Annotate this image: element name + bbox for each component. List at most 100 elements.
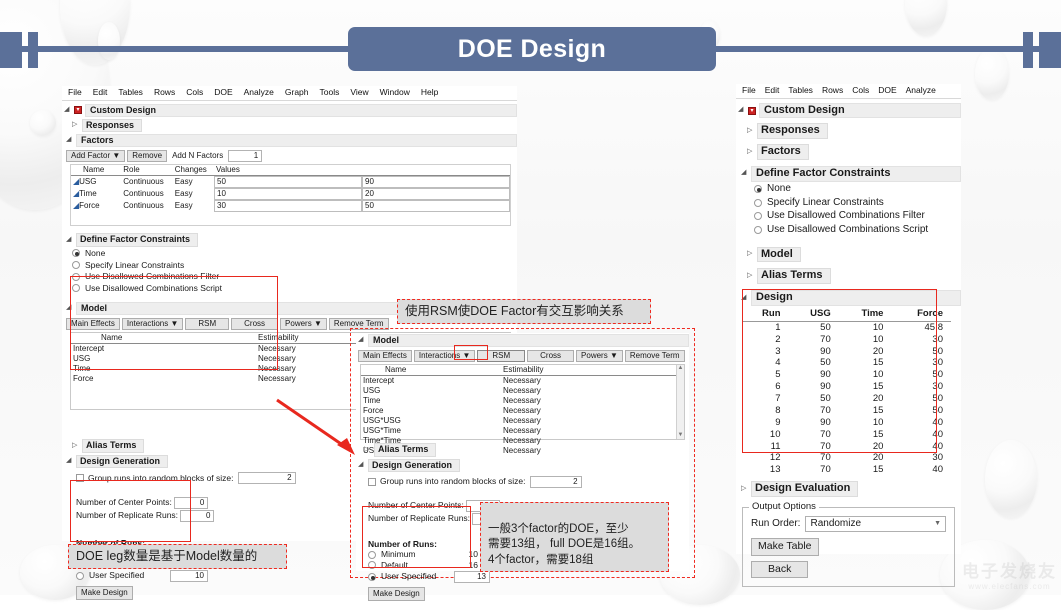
table-row[interactable]: 12 70 20 30 [742, 452, 951, 464]
menu-help[interactable]: Help [421, 87, 438, 98]
disclosure-closed-icon[interactable]: ▷ [747, 148, 754, 157]
right-section-design[interactable]: ◢ Design [736, 289, 961, 307]
disclosure-open-icon[interactable]: ◢ [358, 336, 365, 345]
right-constraint-options[interactable]: None Specify Linear Constraints Use Disa… [736, 183, 961, 237]
run-order-select[interactable]: Randomize ▼ [805, 515, 946, 533]
factor-low[interactable]: 50 [214, 176, 362, 189]
user-value-input[interactable]: 13 [454, 570, 490, 583]
main-effects-button[interactable]: Main Effects [358, 350, 412, 363]
radio-icon[interactable] [72, 261, 80, 270]
disclosure-open-icon[interactable]: ◢ [66, 136, 73, 145]
radio-icon[interactable] [72, 272, 80, 281]
right-menubar[interactable]: File Edit Tables Rows Cols DOE Analyze [736, 84, 961, 99]
list-item[interactable]: USG*USG Necessary [361, 416, 676, 426]
mid-section-designgen[interactable]: ◢ Design Generation [356, 458, 689, 473]
make-table-button[interactable]: Make Table [751, 538, 819, 556]
table-row[interactable]: 4 50 15 30 [742, 357, 951, 369]
constraint-option-linear[interactable]: Specify Linear Constraints [736, 196, 961, 210]
chevron-down-icon[interactable]: ▼ [934, 520, 941, 529]
factor-high[interactable]: 50 [362, 200, 510, 213]
scroll-up-icon[interactable]: ▲ [678, 365, 684, 373]
left-menubar[interactable]: File Edit Tables Rows Cols DOE Analyze G… [62, 86, 517, 101]
list-item[interactable]: Force Necessary [361, 406, 676, 416]
constraint-option-script[interactable]: Use Disallowed Combinations Script [62, 283, 517, 295]
menu-graph[interactable]: Graph [285, 87, 309, 98]
mid-section-model[interactable]: ◢ Model [356, 333, 689, 348]
factor-toolbar[interactable]: Add Factor ▼ Remove Add N Factors 1 [66, 150, 517, 163]
right-section-factors[interactable]: ▷ Factors [736, 143, 961, 161]
menu-rows[interactable]: Rows [154, 87, 175, 98]
menu-view[interactable]: View [350, 87, 368, 98]
replicate-runs-input[interactable]: 0 [180, 509, 215, 522]
factor-high[interactable]: 20 [362, 188, 510, 201]
menu-window[interactable]: Window [380, 87, 410, 98]
table-row[interactable]: ◢USG Continuous Easy 50 90 [71, 176, 510, 189]
radio-icon[interactable] [754, 212, 762, 221]
add-factor-button[interactable]: Add Factor ▼ [66, 150, 126, 163]
right-section-alias[interactable]: ▷ Alias Terms [736, 267, 961, 285]
list-item[interactable]: USG*Time Necessary [361, 426, 676, 436]
menu-file[interactable]: File [742, 85, 756, 96]
table-row[interactable]: 5 90 10 50 [742, 369, 951, 381]
list-item[interactable]: USG Necessary [361, 386, 676, 396]
make-design-button[interactable]: Make Design [368, 586, 425, 601]
powers-button[interactable]: Powers ▼ [576, 350, 623, 363]
disclosure-closed-icon[interactable]: ▷ [72, 121, 79, 130]
rsm-button[interactable]: RSM [477, 350, 526, 363]
menu-doe[interactable]: DOE [214, 87, 232, 98]
right-root-row[interactable]: ◢ ▾ Custom Design [736, 102, 961, 120]
checkbox-icon[interactable] [76, 473, 84, 482]
red-dropdown-icon[interactable]: ▾ [748, 106, 756, 115]
remove-factor-button[interactable]: Remove [127, 150, 168, 163]
disclosure-open-icon[interactable]: ◢ [738, 106, 745, 115]
disclosure-open-icon[interactable]: ◢ [741, 294, 748, 303]
factor-high[interactable]: 90 [362, 176, 510, 189]
menu-tables[interactable]: Tables [118, 87, 143, 98]
constraint-option-filter[interactable]: Use Disallowed Combinations Filter [62, 271, 517, 283]
make-design-button[interactable]: Make Design [76, 585, 133, 600]
disclosure-open-icon[interactable]: ◢ [66, 457, 73, 466]
radio-icon[interactable] [754, 225, 762, 234]
group-runs-input[interactable]: 2 [237, 471, 296, 484]
disclosure-closed-icon[interactable]: ▷ [747, 272, 754, 281]
interactions-button[interactable]: Interactions ▼ [121, 318, 184, 331]
table-row[interactable]: 10 70 15 40 [742, 429, 951, 441]
left-section-constraints[interactable]: ◢ Define Factor Constraints [62, 232, 517, 247]
disclosure-closed-icon[interactable]: ▷ [747, 250, 754, 259]
table-row[interactable]: 1 50 10 45.8 [742, 321, 951, 333]
table-row[interactable]: ◢Time Continuous Easy 10 20 [71, 188, 510, 201]
table-row[interactable]: 9 90 10 40 [742, 417, 951, 429]
factor-low[interactable]: 30 [214, 200, 362, 213]
disclosure-closed-icon[interactable]: ▷ [364, 446, 371, 455]
constraint-option-script[interactable]: Use Disallowed Combinations Script [736, 223, 961, 237]
menu-analyze[interactable]: Analyze [906, 85, 936, 96]
model-list-scrollbar[interactable]: ▲ ▼ [676, 365, 684, 440]
red-dropdown-icon[interactable]: ▾ [74, 106, 82, 115]
disclosure-open-icon[interactable]: ◢ [358, 461, 365, 470]
menu-rows[interactable]: Rows [822, 85, 843, 96]
right-section-model[interactable]: ▷ Model [736, 246, 961, 264]
right-section-constraints[interactable]: ◢ Define Factor Constraints [736, 165, 961, 183]
radio-icon[interactable] [72, 249, 80, 258]
radio-icon[interactable] [754, 185, 762, 194]
left-constraint-options[interactable]: None Specify Linear Constraints Use Disa… [62, 248, 517, 295]
interactions-button[interactable]: Interactions ▼ [413, 350, 476, 363]
cross-button[interactable]: Cross [231, 318, 279, 331]
table-row[interactable]: 7 50 20 50 [742, 393, 951, 405]
left-root-row[interactable]: ◢ ▾ Custom Design [62, 103, 517, 118]
disclosure-open-icon[interactable]: ◢ [66, 236, 73, 245]
list-item[interactable]: Time Necessary [361, 396, 676, 406]
menu-doe[interactable]: DOE [878, 85, 896, 96]
scroll-down-icon[interactable]: ▼ [678, 432, 684, 440]
user-value-input[interactable]: 10 [170, 569, 208, 582]
powers-button[interactable]: Powers ▼ [280, 318, 327, 331]
runs-option-user-specified[interactable]: User Specified 13 [368, 570, 689, 583]
table-row[interactable]: 6 90 15 30 [742, 381, 951, 393]
table-row[interactable]: 2 70 10 30 [742, 334, 951, 346]
checkbox-icon[interactable] [368, 477, 376, 486]
main-effects-button[interactable]: Main Effects [66, 318, 120, 331]
menu-edit[interactable]: Edit [93, 87, 108, 98]
cross-button[interactable]: Cross [527, 350, 575, 363]
menu-tables[interactable]: Tables [788, 85, 813, 96]
radio-icon[interactable] [72, 284, 80, 293]
